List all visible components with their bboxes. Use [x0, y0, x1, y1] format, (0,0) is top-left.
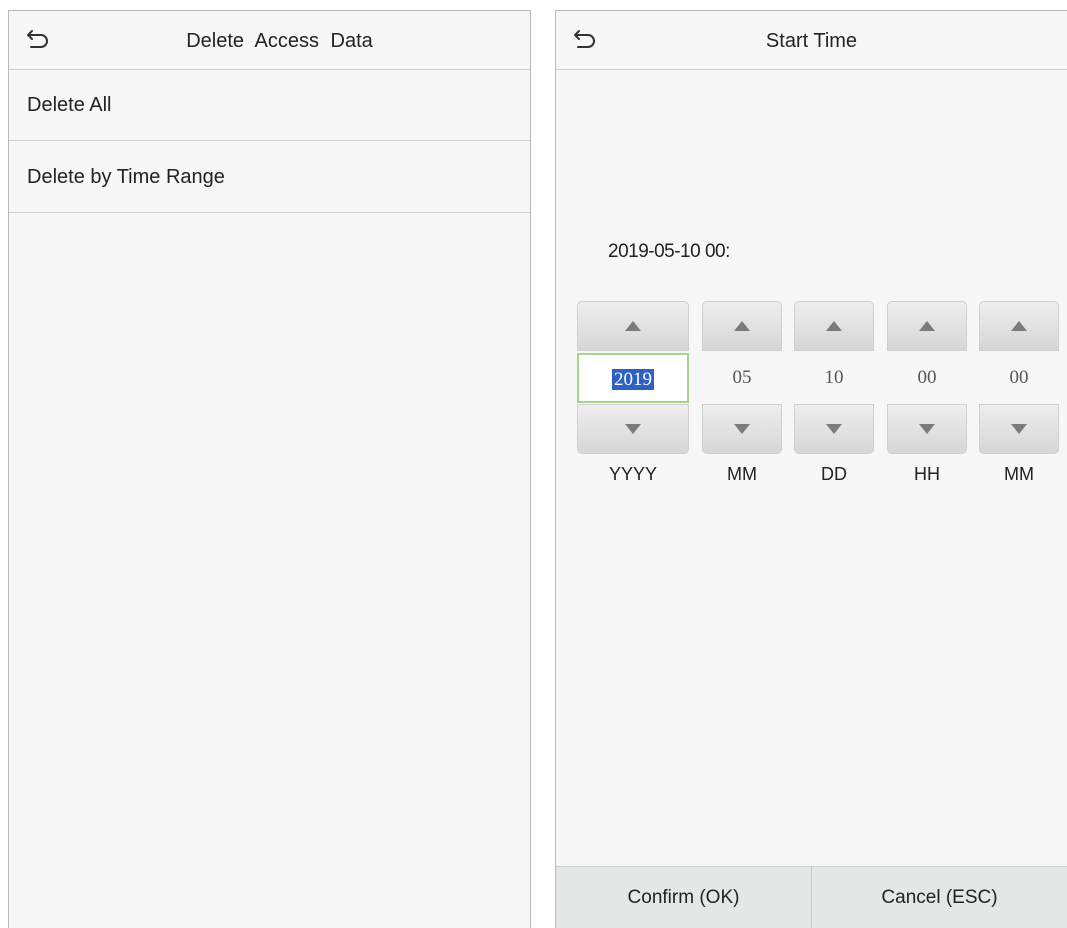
day-field[interactable]: 10 [794, 353, 874, 403]
delete-access-data-screen: Delete Access Data Delete All Delete by … [8, 10, 531, 928]
header: Start Time [556, 11, 1067, 70]
triangle-up-icon [1011, 321, 1027, 331]
day-increment-button[interactable] [794, 301, 874, 351]
menu-item-label: Delete All [27, 94, 112, 116]
date-time-preview: 2019-05-10 00: [608, 241, 730, 262]
day-spinner: 10 DD [794, 301, 874, 484]
cancel-button[interactable]: Cancel (ESC) [811, 867, 1067, 928]
year-spinner: 2019 YYYY [577, 301, 689, 484]
triangle-down-icon [625, 424, 641, 434]
footer-bar: Confirm (OK) Cancel (ESC) [556, 866, 1067, 928]
hour-increment-button[interactable] [887, 301, 967, 351]
back-arrow-icon[interactable] [25, 27, 51, 53]
year-label: YYYY [608, 464, 658, 484]
year-field[interactable]: 2019 [577, 353, 689, 403]
hour-field[interactable]: 00 [887, 353, 967, 403]
triangle-down-icon [734, 424, 750, 434]
triangle-down-icon [1011, 424, 1027, 434]
header: Delete Access Data [9, 11, 530, 70]
page-title: Start Time [765, 30, 858, 52]
menu-item-delete-all[interactable]: Delete All [9, 70, 530, 141]
day-label: DD [821, 464, 847, 484]
page-title: Delete Access Data [186, 30, 373, 52]
day-decrement-button[interactable] [794, 404, 874, 454]
menu-item-label: Delete by Time Range [27, 166, 225, 188]
triangle-down-icon [826, 424, 842, 434]
triangle-down-icon [919, 424, 935, 434]
month-increment-button[interactable] [702, 301, 782, 351]
minute-label: MM [1004, 464, 1034, 484]
menu-item-delete-by-time-range[interactable]: Delete by Time Range [9, 142, 530, 213]
month-label: MM [727, 464, 757, 484]
minute-increment-button[interactable] [979, 301, 1059, 351]
confirm-button[interactable]: Confirm (OK) [556, 867, 811, 928]
month-decrement-button[interactable] [702, 404, 782, 454]
hour-spinner: 00 HH [887, 301, 967, 484]
back-arrow-icon[interactable] [572, 27, 598, 53]
triangle-up-icon [826, 321, 842, 331]
year-increment-button[interactable] [577, 301, 689, 351]
year-decrement-button[interactable] [577, 404, 689, 454]
month-spinner: 05 MM [702, 301, 782, 484]
minute-spinner: 00 MM [979, 301, 1059, 484]
hour-label: HH [914, 464, 940, 484]
month-field[interactable]: 05 [702, 353, 782, 403]
triangle-up-icon [919, 321, 935, 331]
triangle-up-icon [625, 321, 641, 331]
minute-field[interactable]: 00 [979, 353, 1059, 403]
start-time-screen: Start Time 2019-05-10 00: 2019 YYYY 05 M… [555, 10, 1067, 928]
hour-decrement-button[interactable] [887, 404, 967, 454]
triangle-up-icon [734, 321, 750, 331]
minute-decrement-button[interactable] [979, 404, 1059, 454]
